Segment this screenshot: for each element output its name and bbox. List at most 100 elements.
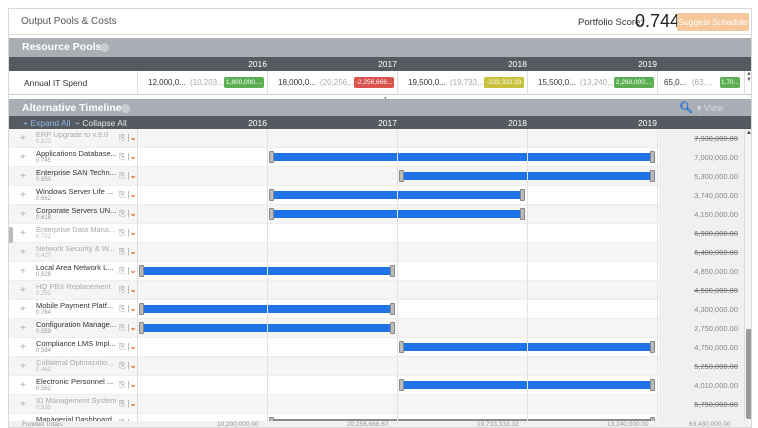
search-icon[interactable]: 🔍︎ bbox=[679, 101, 693, 114]
bar-start-handle[interactable] bbox=[269, 151, 274, 163]
app-title: Output Pools & Costs bbox=[21, 16, 117, 27]
expand-row-icon[interactable]: + bbox=[20, 266, 26, 277]
row-actions: ⎘ |⌄ bbox=[119, 323, 136, 333]
timeline-title: Alternative Timeline bbox=[22, 102, 122, 114]
chevron-down-icon[interactable]: ⌄ bbox=[130, 152, 137, 161]
expand-row-icon[interactable]: + bbox=[20, 323, 26, 334]
scrollbar-thumb[interactable] bbox=[746, 329, 751, 419]
bar-start-handle[interactable] bbox=[139, 265, 144, 277]
timeline-row[interactable]: + Network Security & W... 0.427 ⎘ |⌄ 6,400,0… bbox=[9, 243, 751, 262]
chevron-down-icon[interactable]: ⌄ bbox=[130, 247, 137, 256]
chevron-down-icon[interactable]: ⌄ bbox=[130, 133, 137, 142]
timeline-toolbar: + Expand All − Collapse All 2016 2017 20… bbox=[9, 116, 751, 129]
info-icon[interactable] bbox=[100, 43, 109, 52]
bar-end-handle[interactable] bbox=[520, 189, 525, 201]
resource-pool-cell[interactable]: 12,000,0... (10,203.... 1,800,000.... bbox=[137, 71, 267, 95]
timeline-row[interactable]: + Configuration Manage... 0.559 ⎘ |⌄ 2,750,0… bbox=[9, 319, 751, 338]
timeline-row[interactable]: + Compliance LMS Impl... 0.584 ⎘ |⌄ 4,750,00… bbox=[9, 338, 751, 357]
expand-row-icon[interactable]: + bbox=[20, 247, 26, 258]
timeline-row[interactable]: + Corporate Servers UN... 0.618 ⎘ |⌄ 4,150,0… bbox=[9, 205, 751, 224]
app-window: Output Pools & Costs Portfolio Score: 0.… bbox=[8, 8, 752, 428]
expand-row-icon[interactable]: + bbox=[20, 190, 26, 201]
row-actions: ⎘ |⌄ bbox=[119, 228, 136, 238]
bar-end-handle[interactable] bbox=[390, 265, 395, 277]
project-name: Collateral Optimizatio... bbox=[36, 358, 114, 367]
project-cost: 5,250,000.00 bbox=[659, 357, 744, 376]
bar-start-handle[interactable] bbox=[269, 189, 274, 201]
expand-row-icon[interactable]: + bbox=[20, 133, 26, 144]
bar-end-handle[interactable] bbox=[390, 303, 395, 315]
resource-pool-total-cell[interactable]: 65,0... (63,... 1,70... bbox=[657, 71, 744, 95]
expand-row-icon[interactable]: + bbox=[20, 209, 26, 220]
bar-start-handle[interactable] bbox=[399, 379, 404, 391]
timeline-row[interactable]: + HQ PBX Replacement 0.252 ⎘ |⌄ 4,500,000.00 bbox=[9, 281, 751, 300]
expand-row-icon[interactable]: + bbox=[20, 152, 26, 163]
bar-start-handle[interactable] bbox=[139, 303, 144, 315]
project-score: 0.584 bbox=[36, 348, 52, 354]
bar-end-handle[interactable] bbox=[650, 379, 655, 391]
bar-end-handle[interactable] bbox=[650, 341, 655, 353]
chevron-down-icon[interactable]: ⌄ bbox=[130, 190, 137, 199]
resource-pool-row[interactable]: Annual IT Spend 12,000,0... (10,203.... … bbox=[9, 71, 751, 95]
project-score: 0.562 bbox=[36, 386, 52, 392]
row-actions: ⎘ |⌄ bbox=[119, 152, 136, 162]
timeline-row[interactable]: + Applications Database... 0.745 ⎘ |⌄ 7,000,… bbox=[9, 148, 751, 167]
expand-row-icon[interactable]: + bbox=[20, 342, 26, 353]
row-actions: ⎘ |⌄ bbox=[119, 304, 136, 314]
suggest-schedule-button[interactable]: Suggest Schedule bbox=[677, 13, 749, 31]
timeline-row[interactable]: + Collateral Optimizatio... 0.462 ⎘ |⌄ 5,250… bbox=[9, 357, 751, 376]
bar-end-handle[interactable] bbox=[390, 322, 395, 334]
bar-start-handle[interactable] bbox=[269, 208, 274, 220]
bar-end-handle[interactable] bbox=[520, 208, 525, 220]
resource-pools-header[interactable]: Resource Pools bbox=[9, 38, 751, 57]
bar-end-handle[interactable] bbox=[650, 151, 655, 163]
expand-row-icon[interactable]: + bbox=[20, 304, 26, 315]
chevron-down-icon[interactable]: ⌄ bbox=[130, 342, 137, 351]
scroll-up-icon[interactable]: ▲ bbox=[745, 130, 751, 136]
project-cost: 7,330,000.00 bbox=[659, 129, 744, 148]
info-icon[interactable] bbox=[121, 104, 130, 113]
expand-row-icon[interactable]: + bbox=[20, 399, 26, 410]
bar-start-handle[interactable] bbox=[399, 170, 404, 182]
expand-row-icon[interactable]: + bbox=[20, 380, 26, 391]
expand-row-icon[interactable]: + bbox=[20, 361, 26, 372]
timeline-row[interactable]: + ERP Upgrade to v.9.0 0.623 ⎘ |⌄ 7,330,000.… bbox=[9, 129, 751, 148]
resource-pools-scrollbar[interactable]: ▲ ▼ bbox=[744, 71, 751, 95]
timeline-row[interactable]: + Local Area Network L... 0.628 ⎘ |⌄ 4,850,0… bbox=[9, 262, 751, 281]
pool-used: (19,733,... bbox=[450, 78, 487, 87]
bar-end-handle[interactable] bbox=[650, 170, 655, 182]
timeline-row[interactable]: + Electronic Personnel ... 0.562 ⎘ |⌄ 4,010,… bbox=[9, 376, 751, 395]
timeline-row[interactable]: + ID Management System 0.535 ⎘ |⌄ 5,750,000.… bbox=[9, 395, 751, 414]
chevron-down-icon[interactable]: ⌄ bbox=[130, 361, 137, 370]
timeline-row[interactable]: + Enterprise SAN Techn... 0.650 ⎘ |⌄ 5,300,0… bbox=[9, 167, 751, 186]
chevron-down-icon[interactable]: ⌄ bbox=[130, 399, 137, 408]
timeline-row[interactable]: + Enterprise Data Mana... 0.722 ⎘ |⌄ 6,900,0… bbox=[9, 224, 751, 243]
timeline-scrollbar[interactable]: ▲ ▼ bbox=[744, 129, 751, 427]
timeline-row[interactable]: + Mobile Payment Platf... 0.764 ⎘ |⌄ 4,300,0… bbox=[9, 300, 751, 319]
chevron-down-icon[interactable]: ⌄ bbox=[130, 228, 137, 237]
resource-pool-cell[interactable]: 15,500,0... (13,240,... 2,260,000.... bbox=[527, 71, 657, 95]
bar-start-handle[interactable] bbox=[139, 322, 144, 334]
bar-start-handle[interactable] bbox=[399, 341, 404, 353]
expand-row-icon[interactable]: + bbox=[20, 228, 26, 239]
schedule-bar[interactable] bbox=[269, 151, 655, 163]
chevron-down-icon[interactable]: ⌄ bbox=[130, 209, 137, 218]
chevron-down-icon[interactable]: ⌄ bbox=[130, 266, 137, 275]
project-score: 0.535 bbox=[36, 405, 52, 411]
chevron-down-icon[interactable]: ⌄ bbox=[130, 285, 137, 294]
expand-row-icon[interactable]: + bbox=[20, 171, 26, 182]
resource-pool-cell[interactable]: 18,000,0... (20,256,... -2,256,666... bbox=[267, 71, 397, 95]
collapse-all-label: Collapse All bbox=[82, 118, 127, 128]
chevron-down-icon[interactable]: ⌄ bbox=[130, 380, 137, 389]
expand-all-button[interactable]: + Expand All bbox=[23, 118, 71, 128]
chevron-down-icon[interactable]: ⌄ bbox=[130, 304, 137, 313]
expand-row-icon[interactable]: + bbox=[20, 285, 26, 296]
collapse-all-button[interactable]: − Collapse All bbox=[75, 118, 127, 128]
project-cost: 7,000,000.00 bbox=[659, 148, 744, 167]
project-cost: 4,010,000.00 bbox=[659, 376, 744, 395]
chevron-down-icon[interactable]: ⌄ bbox=[130, 171, 137, 180]
side-panel-handle[interactable] bbox=[9, 227, 13, 243]
chevron-down-icon[interactable]: ⌄ bbox=[130, 323, 137, 332]
resource-pool-cell[interactable]: 19,500,0... (19,733,... -233,333.33 bbox=[397, 71, 527, 95]
timeline-row[interactable]: + Windows Server Life ... 0.662 ⎘ |⌄ 3,740,0… bbox=[9, 186, 751, 205]
